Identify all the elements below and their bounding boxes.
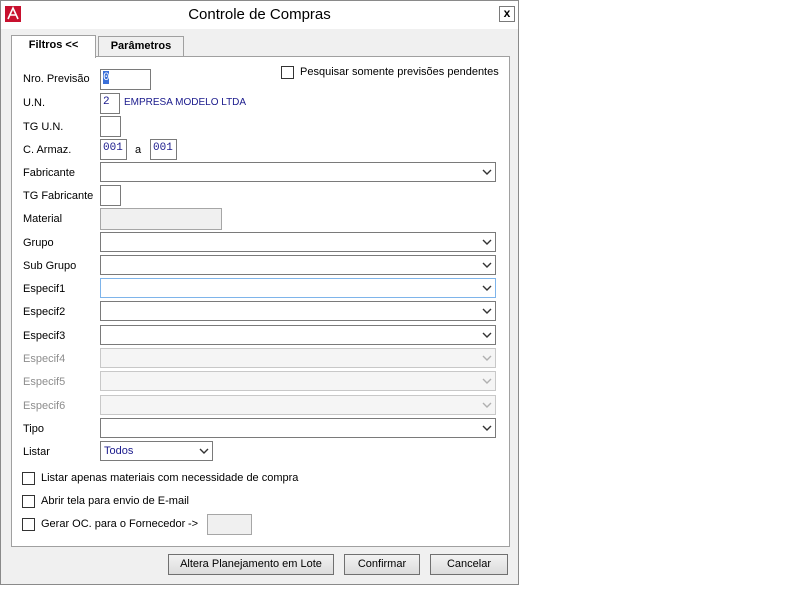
- sub-grupo-label: Sub Grupo: [23, 260, 77, 272]
- chevron-down-icon: [482, 169, 492, 175]
- chevron-down-icon: [482, 308, 492, 314]
- listar-select[interactable]: Todos: [100, 441, 213, 461]
- pending-only-checkbox[interactable]: [281, 66, 294, 79]
- open-email-checkbox[interactable]: [22, 495, 35, 508]
- especif2-select[interactable]: [100, 301, 496, 321]
- open-email-label: Abrir tela para envio de E-mail: [41, 495, 189, 507]
- c-armaz-to-input[interactable]: 001: [150, 139, 177, 160]
- close-icon: x: [503, 6, 511, 20]
- window-title: Controle de Compras: [188, 6, 331, 23]
- fabricante-label: Fabricante: [23, 167, 75, 179]
- gerar-oc-arrow: ->: [188, 518, 199, 530]
- nro-previsao-value: 0: [103, 72, 110, 84]
- altera-planejamento-button[interactable]: Altera Planejamento em Lote: [168, 554, 334, 575]
- especif3-label: Especif3: [23, 330, 66, 342]
- chevron-down-icon: [199, 448, 209, 454]
- sub-grupo-select[interactable]: [100, 255, 496, 275]
- confirm-button[interactable]: Confirmar: [344, 554, 420, 575]
- especif6-label: Especif6: [23, 400, 66, 412]
- close-button[interactable]: x: [499, 6, 515, 22]
- filters-panel: Pesquisar somente previsões pendentes Nr…: [11, 56, 510, 547]
- grupo-select[interactable]: [100, 232, 496, 252]
- tipo-select[interactable]: [100, 418, 496, 438]
- only-needed-checkbox[interactable]: [22, 472, 35, 485]
- confirm-label: Confirmar: [357, 558, 407, 570]
- un-label: U.N.: [23, 97, 45, 109]
- un-input[interactable]: 2: [100, 93, 120, 114]
- chevron-down-icon: [482, 332, 492, 338]
- cancel-label: Cancelar: [446, 558, 492, 570]
- gerar-oc-label: Gerar OC. para o Fornecedor: [41, 518, 186, 530]
- tipo-label: Tipo: [23, 423, 44, 435]
- title-bar[interactable]: Controle de Compras x: [1, 1, 518, 29]
- chevron-down-icon: [482, 425, 492, 431]
- especif4-label: Especif4: [23, 353, 66, 365]
- fornecedor-input[interactable]: [207, 514, 252, 535]
- tab-filtros[interactable]: Filtros <<: [11, 35, 96, 58]
- especif1-select[interactable]: [100, 278, 496, 298]
- material-label: Material: [23, 213, 63, 225]
- un-description: EMPRESA MODELO LTDA: [124, 97, 247, 108]
- listar-label: Listar: [23, 446, 50, 458]
- chevron-down-icon: [482, 285, 492, 291]
- tab-parametros[interactable]: Parâmetros: [98, 36, 184, 56]
- tg-un-input[interactable]: [100, 116, 121, 137]
- chevron-down-icon: [482, 355, 492, 361]
- chevron-down-icon: [482, 378, 492, 384]
- dialog-window: Controle de Compras x Filtros << Parâmet…: [0, 0, 519, 585]
- especif2-label: Especif2: [23, 306, 66, 318]
- especif5-label: Especif5: [23, 376, 66, 388]
- nro-previsao-input[interactable]: 0: [100, 69, 151, 90]
- chevron-down-icon: [482, 262, 492, 268]
- c-armaz-label: C. Armaz.: [23, 144, 72, 156]
- nro-previsao-label: Nro. Previsão: [23, 73, 90, 85]
- tg-fabricante-input[interactable]: [100, 185, 121, 206]
- gerar-oc-checkbox[interactable]: [22, 518, 35, 531]
- especif4-select[interactable]: [100, 348, 496, 368]
- tg-fabricante-label: TG Fabricante: [23, 190, 94, 202]
- grupo-label: Grupo: [23, 237, 54, 249]
- especif5-select[interactable]: [100, 371, 496, 391]
- especif3-select[interactable]: [100, 325, 496, 345]
- especif1-label: Especif1: [23, 283, 66, 295]
- material-input[interactable]: [100, 208, 222, 230]
- chevron-down-icon: [482, 239, 492, 245]
- chevron-down-icon: [482, 402, 492, 408]
- altera-planejamento-label: Altera Planejamento em Lote: [180, 558, 322, 570]
- only-needed-label: Listar apenas materiais com necessidade …: [41, 472, 299, 484]
- especif6-select[interactable]: [100, 395, 496, 415]
- cancel-button[interactable]: Cancelar: [430, 554, 508, 575]
- pending-only-label: Pesquisar somente previsões pendentes: [300, 66, 499, 78]
- c-armaz-from-input[interactable]: 001: [100, 139, 127, 160]
- c-armaz-separator: a: [135, 144, 142, 156]
- listar-value: Todos: [104, 445, 134, 457]
- fabricante-select[interactable]: [100, 162, 496, 182]
- tg-un-label: TG U.N.: [23, 121, 64, 133]
